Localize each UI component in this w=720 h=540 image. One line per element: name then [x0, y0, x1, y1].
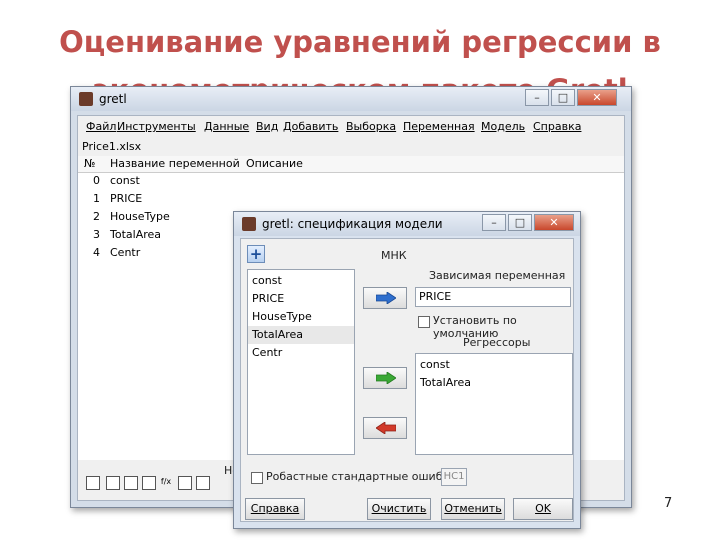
- page-number: 7: [664, 496, 673, 511]
- main-window-title: gretl: [99, 92, 127, 106]
- variable-row[interactable]: 1 PRICE: [78, 192, 238, 210]
- robust-option-select[interactable]: HC1: [441, 468, 467, 486]
- menu-view[interactable]: Вид: [256, 120, 278, 133]
- variable-row[interactable]: 4 Centr: [78, 246, 238, 264]
- formula-icon[interactable]: f/x: [160, 476, 172, 488]
- remove-regressor-button[interactable]: [363, 417, 407, 439]
- dialog-client: + МНК const PRICE HouseType TotalArea Ce…: [240, 238, 574, 522]
- table-icon[interactable]: [178, 476, 192, 490]
- col-desc[interactable]: Описание: [246, 157, 303, 170]
- robust-label: Робастные стандартные ошибки: [266, 470, 457, 483]
- main-titlebar[interactable]: gretl – □ ✕: [71, 87, 631, 111]
- model-spec-dialog: gretl: спецификация модели – □ ✕ + МНК c…: [233, 211, 581, 529]
- arrow-left-red-icon: [376, 422, 396, 434]
- slide-title-line1: Оценивание уравнений регрессии в: [59, 25, 661, 59]
- list-item[interactable]: Centr: [248, 344, 354, 362]
- console-icon[interactable]: [124, 476, 138, 490]
- available-vars-list[interactable]: const PRICE HouseType TotalArea Centr: [247, 269, 355, 455]
- variable-row[interactable]: 3 TotalArea: [78, 228, 238, 246]
- default-checkbox[interactable]: [418, 316, 430, 328]
- regressors-label: Регрессоры: [463, 336, 531, 349]
- ok-button[interactable]: OK: [513, 498, 573, 520]
- data-filename: Price1.xlsx: [82, 140, 142, 153]
- list-item[interactable]: const: [416, 356, 572, 374]
- dialog-close-button[interactable]: ✕: [534, 214, 574, 231]
- edit-icon[interactable]: [106, 476, 120, 490]
- robust-checkbox[interactable]: [251, 472, 263, 484]
- add-plus-button[interactable]: +: [247, 245, 265, 263]
- variables-header: № Название переменной Описание: [78, 156, 624, 173]
- list-item[interactable]: TotalArea: [416, 374, 572, 392]
- menu-add[interactable]: Добавить: [283, 120, 338, 133]
- regressors-list[interactable]: const TotalArea: [415, 353, 573, 455]
- variable-row[interactable]: 2 HouseType: [78, 210, 238, 228]
- dependent-field[interactable]: PRICE: [415, 287, 571, 307]
- estimator-label: МНК: [381, 249, 407, 262]
- minimize-button[interactable]: –: [525, 89, 549, 106]
- calc-icon[interactable]: [86, 476, 100, 490]
- list-item[interactable]: PRICE: [248, 290, 354, 308]
- dialog-title: gretl: спецификация модели: [262, 217, 443, 231]
- graph-icon[interactable]: [196, 476, 210, 490]
- close-button[interactable]: ✕: [577, 89, 617, 106]
- gretl-app-icon: [79, 92, 93, 106]
- col-num[interactable]: №: [84, 157, 95, 170]
- cancel-button[interactable]: Отменить: [441, 498, 505, 520]
- clear-button[interactable]: Очистить: [367, 498, 431, 520]
- gretl-dialog-icon: [242, 217, 256, 231]
- menubar: Файл Инструменты Данные Вид Добавить Выб…: [78, 116, 624, 136]
- set-dependent-button[interactable]: [363, 287, 407, 309]
- session-icon[interactable]: [142, 476, 156, 490]
- menu-file[interactable]: Файл: [86, 120, 116, 133]
- add-regressor-button[interactable]: [363, 367, 407, 389]
- help-button[interactable]: Справка: [245, 498, 305, 520]
- menu-model[interactable]: Модель: [481, 120, 525, 133]
- menu-data[interactable]: Данные: [204, 120, 249, 133]
- arrow-right-blue-icon: [376, 292, 396, 304]
- arrow-right-green-icon: [376, 372, 396, 384]
- dialog-titlebar[interactable]: gretl: спецификация модели – □ ✕: [234, 212, 580, 236]
- list-item[interactable]: HouseType: [248, 308, 354, 326]
- menu-variable[interactable]: Переменная: [403, 120, 475, 133]
- variable-row[interactable]: 0 const: [78, 174, 238, 192]
- list-item[interactable]: const: [248, 272, 354, 290]
- menu-help[interactable]: Справка: [533, 120, 581, 133]
- menu-tools[interactable]: Инструменты: [117, 120, 196, 133]
- menu-sample[interactable]: Выборка: [346, 120, 396, 133]
- list-item[interactable]: TotalArea: [248, 326, 354, 344]
- dependent-label: Зависимая переменная: [429, 269, 566, 282]
- dialog-minimize-button[interactable]: –: [482, 214, 506, 231]
- maximize-button[interactable]: □: [551, 89, 575, 106]
- dialog-maximize-button[interactable]: □: [508, 214, 532, 231]
- col-name[interactable]: Название переменной: [110, 157, 240, 170]
